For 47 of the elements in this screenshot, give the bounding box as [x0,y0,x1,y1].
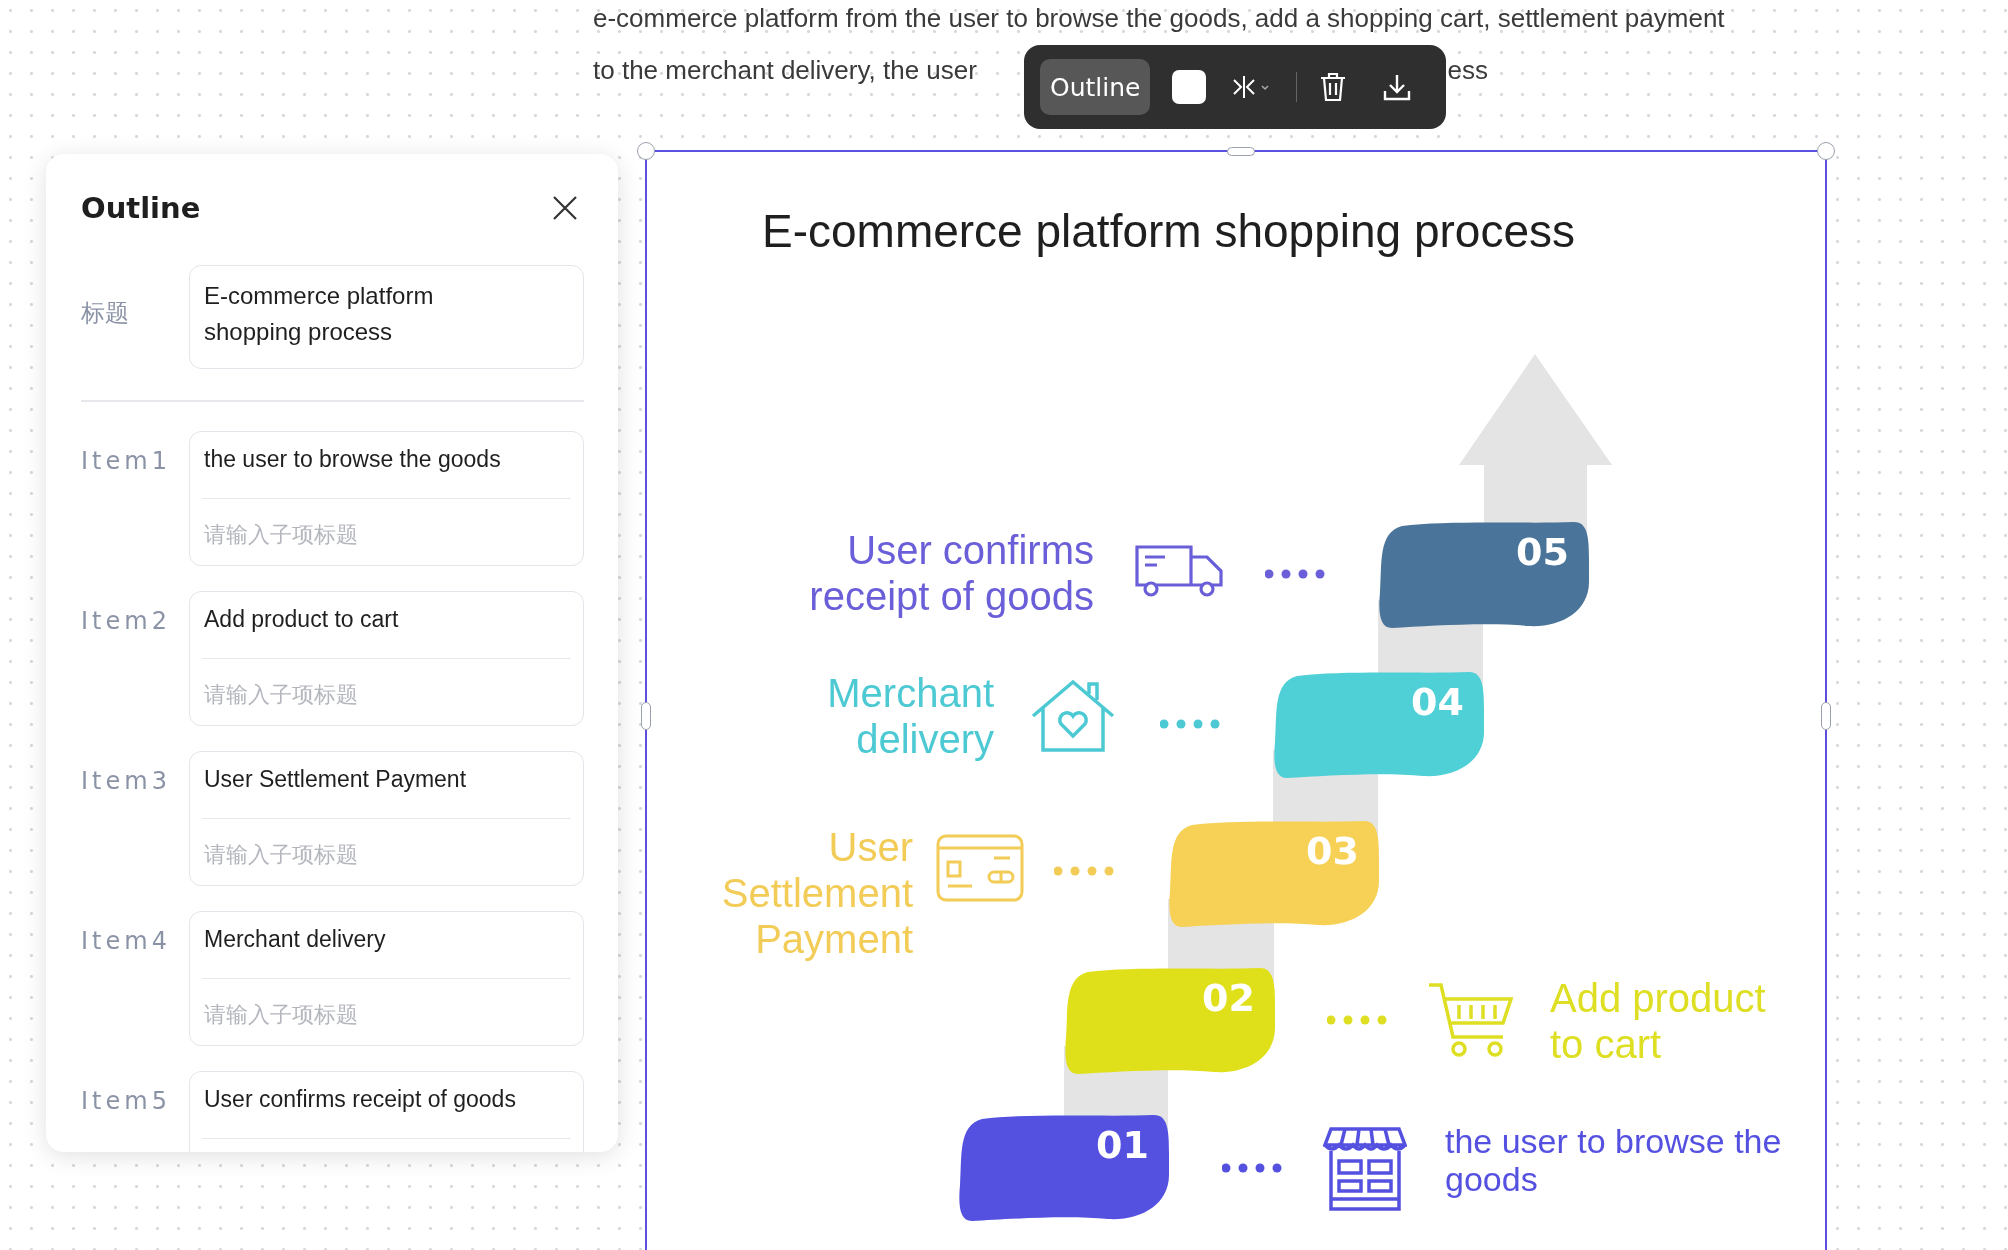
dot-leader [1265,569,1325,579]
item-label: Item1 [81,446,172,475]
resize-handle[interactable] [641,702,651,730]
step-label: Merchant delivery [826,670,994,762]
download-icon[interactable] [1383,73,1412,101]
dot-leader [1327,1015,1387,1025]
dot-leader [1054,866,1114,876]
item-label: Item2 [81,606,172,635]
step-label: User confirms receipt of goods [808,527,1094,619]
item-title-field[interactable]: Merchant delivery [202,911,571,979]
step-number: 01 [1096,1123,1149,1167]
cart-icon [1427,981,1515,1059]
color-swatch[interactable] [1172,70,1207,104]
paragraph-text: ess [1447,54,1488,87]
step-label: Add product to cart [1550,975,1767,1067]
card-icon [936,834,1024,902]
resize-handle[interactable] [1821,702,1831,730]
close-icon[interactable] [552,195,578,221]
resize-handle[interactable] [637,142,655,160]
house-icon [1029,678,1117,752]
dot-leader [1160,719,1220,729]
item-label: Item3 [81,766,172,795]
step-number: 04 [1411,680,1464,724]
step-number: 03 [1306,829,1359,873]
store-icon [1323,1125,1407,1213]
item-title-field[interactable]: User confirms receipt of goods [202,1071,571,1139]
step-number: 05 [1516,530,1569,574]
item-label: Item5 [81,1086,172,1115]
paragraph-text: to the merchant delivery, the user [593,54,977,87]
item-label: Item4 [81,926,172,955]
step-label: User Settlement Payment [720,824,913,962]
chart-title: E-commerce platform shopping process [762,204,1575,258]
step-number: 02 [1202,976,1255,1020]
panel-title: Outline [81,191,201,225]
resize-handle[interactable] [1817,142,1835,160]
item-title-field[interactable]: User Settlement Payment [202,751,571,819]
paragraph-text: e-commerce platform from the user to browse the goods, add a shopping cart, settlement payment [593,2,1726,35]
truck-icon [1135,543,1225,599]
field-label: 标题 [81,298,130,329]
item-title-field[interactable]: Add product to cart [202,591,571,659]
outline-button[interactable]: Outline [1040,59,1151,115]
trash-icon[interactable] [1319,72,1348,102]
item-title-field[interactable]: the user to browse the goods [202,431,571,499]
title-field[interactable]: E-commerce platform shopping process [189,265,584,369]
step-label: the user to browse the goods [1445,1122,1783,1198]
resize-handle[interactable] [1227,147,1255,156]
dot-leader [1222,1163,1282,1173]
